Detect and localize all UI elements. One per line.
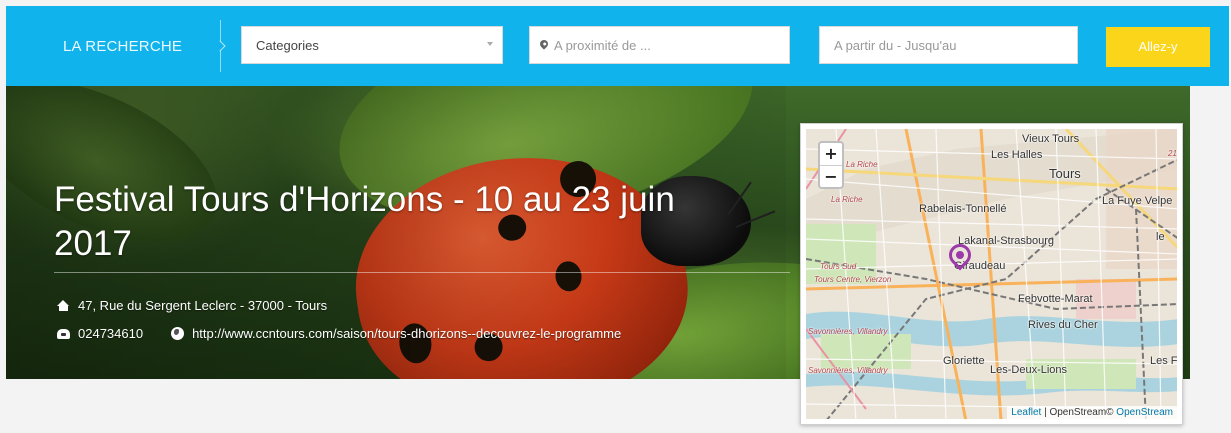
- search-brand-label: LA RECHERCHE: [63, 38, 183, 55]
- map-zoom-control: + −: [818, 141, 844, 189]
- globe-icon: [171, 327, 185, 340]
- page: LA RECHERCHE Categories A proximité de .…: [0, 0, 1231, 433]
- submit-search-button[interactable]: Allez-y: [1106, 27, 1210, 67]
- brand-divider: [220, 20, 221, 72]
- event-phone[interactable]: 024734610: [78, 326, 143, 341]
- map-label: Tours: [1049, 166, 1081, 181]
- map-label: Lakanal-Strasbourg: [958, 235, 1055, 247]
- categories-select-value: Categories: [256, 37, 319, 53]
- event-contact: 024734610 http://www.ccntours.com/saison…: [57, 326, 621, 341]
- zoom-out-button[interactable]: −: [820, 165, 842, 187]
- map-attribution: Leaflet | OpenStream© OpenStream: [1007, 406, 1177, 419]
- phone-icon: [57, 328, 70, 339]
- attribution-separator: | OpenStream©: [1041, 407, 1117, 418]
- map-label: La Fuye Velpe: [1102, 195, 1173, 207]
- home-icon: [57, 300, 70, 311]
- map-label: La Riche: [831, 195, 863, 204]
- map-label: Vieux Tours: [1022, 133, 1080, 145]
- categories-select[interactable]: Categories: [241, 26, 503, 64]
- leaflet-link[interactable]: Leaflet: [1011, 407, 1041, 418]
- map-label: Tours Sud: [820, 262, 857, 271]
- map-label: Gloriette: [943, 355, 985, 367]
- map-label: Les-Deux-Lions: [990, 364, 1068, 376]
- map-label: Les Halles: [991, 149, 1043, 161]
- zoom-in-button[interactable]: +: [820, 143, 842, 165]
- location-input-placeholder: A proximité de ...: [554, 37, 651, 53]
- caret-down-icon: [487, 42, 493, 46]
- date-range-input-placeholder: A partir du - Jusqu'au: [834, 37, 957, 53]
- event-website-link[interactable]: http://www.ccntours.com/saison/tours-dho…: [192, 326, 621, 341]
- map-pin-icon: [538, 38, 550, 50]
- map-label: Les Fo: [1150, 355, 1177, 367]
- map-label: Tours Centre, Vierzon: [814, 275, 892, 284]
- map-label: le: [1156, 231, 1165, 243]
- openstream-link[interactable]: OpenStream: [1116, 407, 1173, 418]
- map-label: Rabelais-Tonnellé: [919, 203, 1007, 215]
- map-label: Febvotte-Marat: [1018, 293, 1093, 305]
- date-range-input[interactable]: A partir du - Jusqu'au: [819, 26, 1078, 64]
- event-title: Festival Tours d'Horizons - 10 au 23 jui…: [54, 180, 675, 263]
- event-map[interactable]: + − Vieux Tours Les Halles Tours La Rich…: [800, 123, 1183, 425]
- map-canvas[interactable]: + − Vieux Tours Les Halles Tours La Rich…: [806, 129, 1177, 419]
- map-label: Savonnières, Villandry: [808, 327, 888, 336]
- map-label: 21: [1168, 149, 1177, 158]
- map-label: Rives du Cher: [1028, 319, 1098, 331]
- event-address-text: 47, Rue du Sergent Leclerc - 37000 - Tou…: [78, 298, 328, 313]
- location-input[interactable]: A proximité de ...: [529, 26, 790, 64]
- event-address: 47, Rue du Sergent Leclerc - 37000 - Tou…: [57, 298, 327, 313]
- search-bar: LA RECHERCHE Categories A proximité de .…: [6, 6, 1229, 86]
- map-label: La Riche: [846, 160, 878, 169]
- map-label: Savonnières, Villandry: [808, 366, 888, 375]
- title-divider: [54, 272, 790, 273]
